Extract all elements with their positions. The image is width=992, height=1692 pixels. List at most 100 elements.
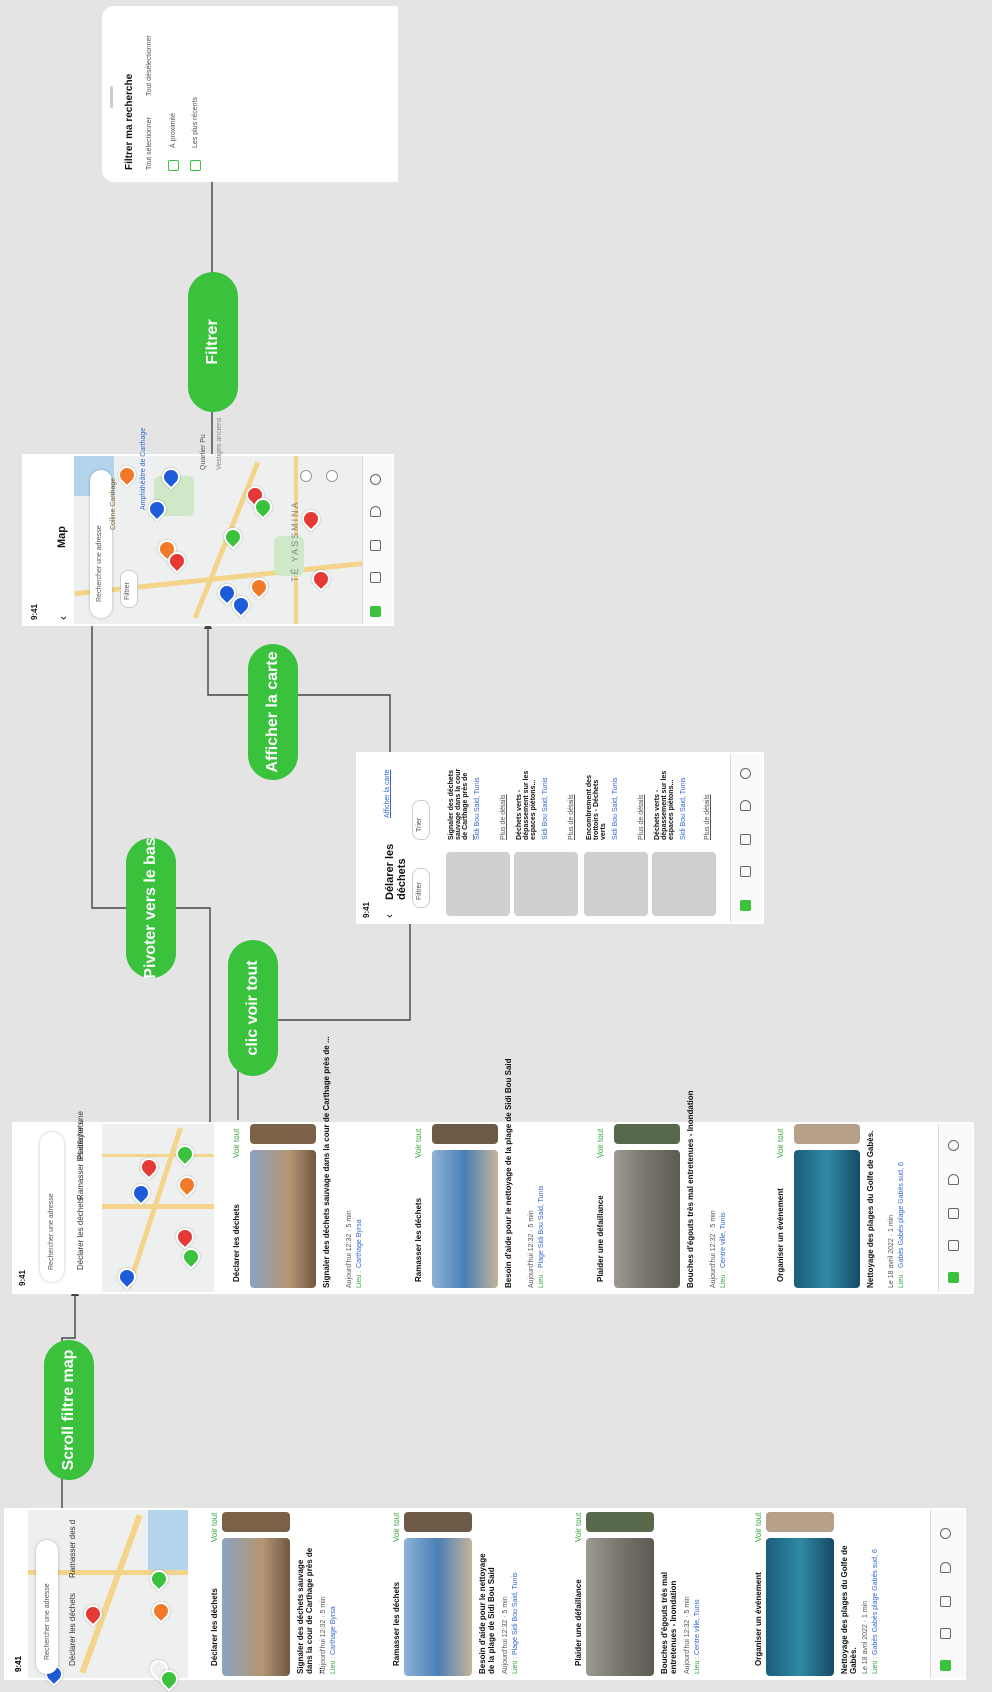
filter-option-checkbox-2[interactable] — [190, 160, 201, 171]
flow-label-filtrer: Filtrer — [204, 319, 221, 365]
home1-card-lieu-1[interactable]: Carthage Byrsa — [330, 1606, 337, 1655]
map-locate-icon[interactable] — [326, 470, 338, 482]
home2-card-title-3: Bouches d'égouts très mal entretenues - … — [686, 1090, 695, 1288]
map-back-icon[interactable]: ‹ — [56, 616, 70, 620]
home2-map[interactable] — [102, 1124, 214, 1292]
home1-nav-action-icon[interactable] — [940, 1596, 951, 1607]
home2-nav-profile-icon[interactable] — [948, 1140, 959, 1151]
home1-nav-profile-icon[interactable] — [940, 1528, 951, 1539]
home2-section-title-3: Plaider une défaillance — [596, 1195, 605, 1282]
home2-card-image-3[interactable] — [614, 1150, 680, 1288]
home1-nav-notification-icon[interactable] — [940, 1562, 951, 1573]
home2-nav-action-icon[interactable] — [948, 1208, 959, 1219]
list-item-lieu-3[interactable]: Sidi Bou Said, Tunis — [612, 777, 619, 840]
list-item-details-4[interactable]: Plus de détails — [704, 794, 711, 840]
list-nav-notification-icon[interactable] — [740, 800, 751, 811]
home2-nav-message-icon[interactable] — [948, 1240, 959, 1251]
home1-card-image-1[interactable] — [222, 1538, 290, 1676]
home2-card-image-1[interactable] — [250, 1150, 316, 1288]
home2-card-image-2[interactable] — [432, 1150, 498, 1288]
map-nav-notification-icon[interactable] — [370, 506, 381, 517]
list-item-image-4[interactable] — [652, 852, 716, 916]
home2-peek-image-3[interactable] — [614, 1124, 680, 1144]
home1-card-title-3: Bouches d'égouts très mal entretenues - … — [660, 1572, 678, 1674]
home1-voir-tout-3[interactable]: Voir tout — [574, 1513, 583, 1542]
home2-chip-plaidoyer[interactable]: Plaidoyer une — [76, 1111, 85, 1160]
flow-pill-afficher-carte: Afficher la carte — [248, 644, 298, 780]
list-back-icon[interactable]: ‹ — [382, 914, 396, 918]
list-filtrer-label: Filtrer — [416, 882, 423, 900]
home2-chip-declarer[interactable]: Déclarer les déchets — [76, 1197, 85, 1270]
home1-peek-image-1[interactable] — [222, 1512, 290, 1532]
home2-card-lieu-1[interactable]: Carthage Byrsa — [356, 1219, 363, 1268]
home2-voir-tout-2[interactable]: Voir tout — [414, 1129, 423, 1158]
filter-option-checkbox-1[interactable] — [168, 160, 179, 171]
home1-voir-tout-2[interactable]: Voir tout — [392, 1513, 401, 1542]
list-nav-home-icon[interactable] — [740, 900, 751, 911]
home2-card-lieu-4[interactable]: Gabès Gabès plage Gabès sud, 6 — [898, 1162, 905, 1268]
list-item-title-1: Signaler des déchets sauvage dans la cou… — [448, 768, 476, 840]
list-item-title-3: Encombrement des trottoirs - Déchets ver… — [586, 775, 607, 840]
home2-card-title-4: Nettoyage des plages du Golfe de Gabès. — [866, 1130, 875, 1288]
home2-voir-tout-3[interactable]: Voir tout — [596, 1129, 605, 1158]
home2-peek-image-2[interactable] — [432, 1124, 498, 1144]
list-item-details-2[interactable]: Plus de détails — [568, 794, 575, 840]
home1-card-image-3[interactable] — [586, 1538, 654, 1676]
home1-voir-tout-1[interactable]: Voir tout — [210, 1513, 219, 1542]
filter-sheet-handle[interactable] — [110, 86, 113, 108]
home1-card-image-4[interactable] — [766, 1538, 834, 1676]
home1-peek-image-3[interactable] — [586, 1512, 654, 1532]
list-nav-profile-icon[interactable] — [740, 768, 751, 779]
home2-peek-image-4[interactable] — [794, 1124, 860, 1144]
list-item-title-4: Déchets verts - dépassement sur les espa… — [654, 770, 675, 840]
list-nav-message-icon[interactable] — [740, 866, 751, 877]
home1-chip-declarer[interactable]: Déclarer les déchets — [68, 1593, 77, 1666]
list-afficher-carte-link[interactable]: Afficher la carte — [384, 769, 391, 818]
home1-card-image-2[interactable] — [404, 1538, 472, 1676]
list-item-lieu-2[interactable]: Sidi Bou Said, Tunis — [542, 777, 549, 840]
home1-peek-image-2[interactable] — [404, 1512, 472, 1532]
home2-card-lieu-3[interactable]: Centre ville, Tunis — [720, 1212, 727, 1268]
map-filtrer-label: Filtrer — [124, 582, 131, 600]
home2-card-lieu-label-4: Lieu : — [898, 1270, 905, 1288]
home2-nav-notification-icon[interactable] — [948, 1174, 959, 1185]
list-item-image-2[interactable] — [514, 852, 578, 916]
filter-select-all[interactable]: Tout sélectionner — [146, 117, 153, 170]
connector-afficher-carte — [203, 620, 391, 760]
home2-card-image-4[interactable] — [794, 1150, 860, 1288]
home1-voir-tout-4[interactable]: Voir tout — [754, 1513, 763, 1542]
home1-card-lieu-2[interactable]: Plage Sidi Bou Said, Tunis — [512, 1573, 519, 1656]
home1-card-meta-4: Le 18 avril 2022 · 1 min — [862, 1600, 869, 1674]
home2-card-meta-4: Le 18 avril 2022 · 1 min — [888, 1214, 895, 1288]
home1-peek-image-4[interactable] — [766, 1512, 834, 1532]
map-compass-icon[interactable] — [300, 470, 312, 482]
home2-voir-tout-1[interactable]: Voir tout — [232, 1129, 241, 1158]
home1-card-lieu-4[interactable]: Gabès Gabès plage Gabès sud, 6 — [872, 1549, 879, 1655]
home1-chip-ramasser[interactable]: Ramasser des d — [68, 1520, 77, 1578]
home2-card-title-2: Besoin d'aide pour le nettoyage de la pl… — [504, 1058, 513, 1289]
list-nav-action-icon[interactable] — [740, 834, 751, 845]
list-item-image-3[interactable] — [584, 852, 648, 916]
home1-nav-message-icon[interactable] — [940, 1628, 951, 1639]
home2-search-placeholder: Rechercher une adresse — [48, 1193, 55, 1270]
home2-peek-image-1[interactable] — [250, 1124, 316, 1144]
list-item-details-3[interactable]: Plus de détails — [638, 794, 645, 840]
list-trier-label: Trier — [416, 817, 423, 832]
map-title: Map — [56, 526, 68, 548]
map-nav-home-icon[interactable] — [370, 606, 381, 617]
map-nav-profile-icon[interactable] — [370, 474, 381, 485]
home2-nav-home-icon[interactable] — [948, 1272, 959, 1283]
home1-nav-home-icon[interactable] — [940, 1660, 951, 1671]
map-nav-action-icon[interactable] — [370, 540, 381, 551]
list-item-lieu-4[interactable]: Sidi Bou Said, Tunis — [680, 777, 687, 840]
home1-card-lieu-3[interactable]: Centre ville, Tunis — [694, 1599, 701, 1655]
home2-card-lieu-2[interactable]: Plage Sidi Bou Said, Tunis — [538, 1186, 545, 1269]
home2-section-title-1: Déclarer les déchets — [232, 1204, 241, 1282]
list-item-lieu-1[interactable]: Sidi Bou Said, Tunis — [474, 777, 481, 840]
home2-card-lieu-label-3: Lieu : — [720, 1270, 727, 1288]
filter-deselect-all[interactable]: Tout désélectionner — [146, 35, 153, 96]
map-nav-message-icon[interactable] — [370, 572, 381, 583]
home2-voir-tout-4[interactable]: Voir tout — [776, 1129, 785, 1158]
list-item-details-1[interactable]: Plus de détails — [500, 794, 507, 840]
list-item-image-1[interactable] — [446, 852, 510, 916]
